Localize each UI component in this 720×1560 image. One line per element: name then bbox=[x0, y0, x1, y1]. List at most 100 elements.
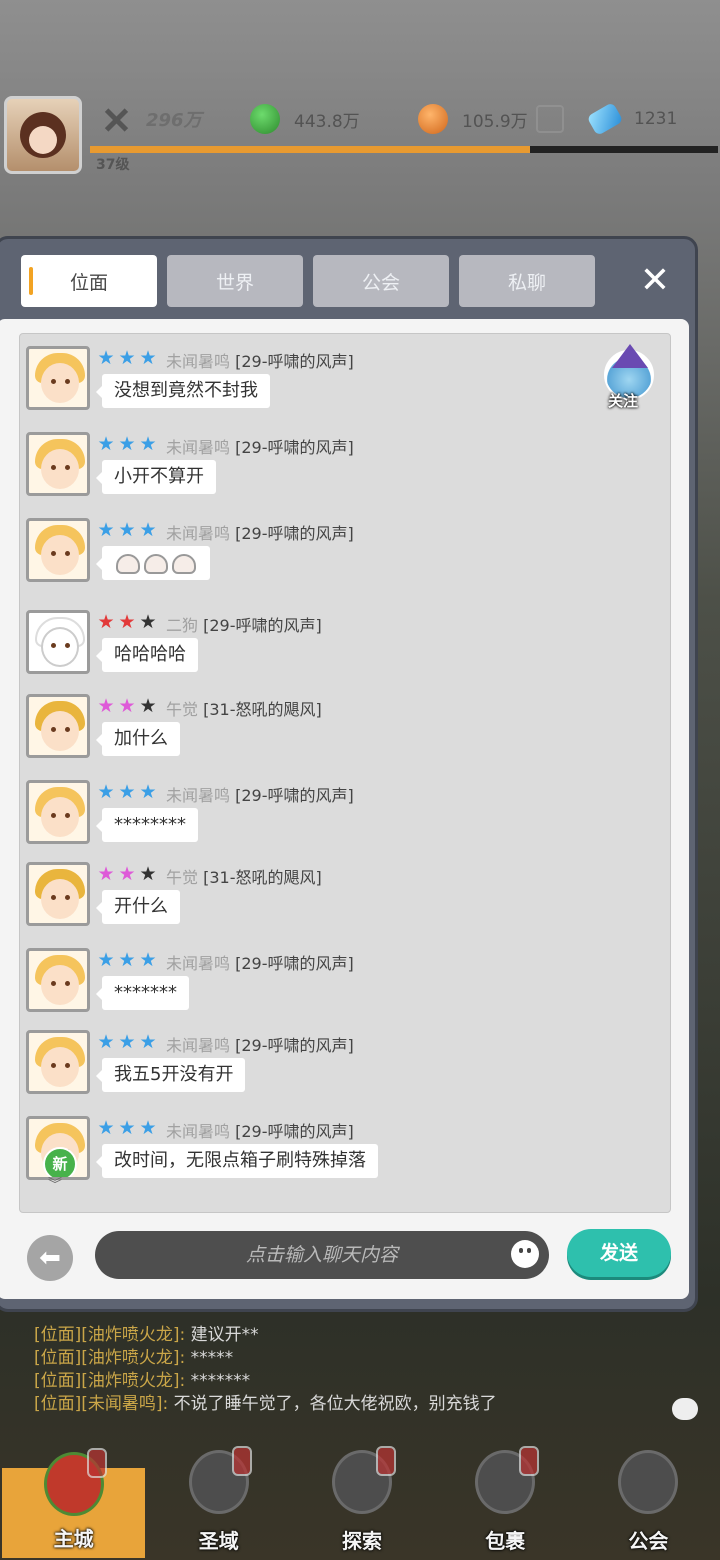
tab-private[interactable]: 私聊 bbox=[459, 255, 595, 307]
chat-message: ★ ★ ★ 午觉 [31-怒吼的飓风] 加什么 bbox=[26, 694, 626, 774]
back-arrow-icon[interactable]: ⬅ bbox=[27, 1235, 73, 1281]
nav-guild[interactable]: 公会 bbox=[577, 1450, 720, 1560]
sender-nickname: 未闻暑鸣 bbox=[166, 786, 231, 805]
star-icon: ★ bbox=[118, 1031, 136, 1053]
avatar-face bbox=[41, 363, 79, 403]
sender-nickname: 未闻暑鸣 bbox=[166, 438, 231, 457]
chat-input-bar: ⬅ 点击输入聊天内容 发送 bbox=[17, 1227, 677, 1287]
avatar-eye bbox=[65, 981, 70, 986]
sender-name[interactable]: 未闻暑鸣 [29-呼啸的风声] bbox=[166, 1118, 354, 1142]
notification-badge bbox=[232, 1446, 253, 1476]
rank-stars: ★ ★ ★ bbox=[96, 520, 159, 540]
tab-world[interactable]: 世界 bbox=[167, 255, 303, 307]
avatar-eye bbox=[51, 379, 56, 384]
chat-message: ★ ★ ★ 未闻暑鸣 [29-呼啸的风声] bbox=[26, 518, 626, 598]
user-avatar[interactable] bbox=[26, 346, 90, 410]
player-avatar[interactable] bbox=[4, 96, 82, 174]
avatar-eye bbox=[51, 813, 56, 818]
chat-message: ★ ★ ★ 未闻暑鸣 [29-呼啸的风声] ******** bbox=[26, 780, 626, 860]
add-coin-button[interactable] bbox=[535, 105, 564, 133]
avatar-face bbox=[41, 797, 79, 837]
star-icon: ★ bbox=[118, 347, 136, 369]
chat-bubble-icon[interactable] bbox=[672, 1398, 698, 1420]
avatar-eye bbox=[65, 465, 70, 470]
xp-bar bbox=[90, 146, 718, 153]
message-bubble: 加什么 bbox=[96, 722, 180, 756]
message-bubble: 小开不算开 bbox=[96, 460, 216, 494]
blue-gem-icon bbox=[586, 101, 624, 137]
sender-guild: [31-怒吼的飓风] bbox=[203, 700, 322, 719]
sender-name[interactable]: 未闻暑鸣 [29-呼啸的风声] bbox=[166, 348, 354, 372]
avatar-eye bbox=[65, 813, 70, 818]
log-text: ******* bbox=[190, 1371, 251, 1391]
nav-main-city[interactable]: 主城 bbox=[2, 1448, 146, 1558]
message-bubble: ******** bbox=[96, 808, 198, 842]
chat-message: ★ ★ ★ 午觉 [31-怒吼的飓风] 开什么 bbox=[26, 862, 626, 942]
nav-label: 圣域 bbox=[198, 1529, 239, 1553]
avatar-eye bbox=[51, 981, 56, 986]
user-avatar[interactable] bbox=[26, 694, 90, 758]
combat-power-value: 296万 bbox=[146, 110, 202, 131]
send-button[interactable]: 发送 bbox=[567, 1229, 671, 1277]
star-icon: ★ bbox=[139, 781, 157, 803]
nav-sanctuary[interactable]: 圣域 bbox=[147, 1446, 290, 1560]
sender-nickname: 未闻暑鸣 bbox=[166, 954, 231, 973]
user-avatar[interactable] bbox=[26, 610, 90, 674]
sender-name[interactable]: 未闻暑鸣 [29-呼啸的风声] bbox=[166, 434, 354, 458]
tab-guild[interactable]: 公会 bbox=[313, 255, 449, 307]
nav-bag[interactable]: 包裹 bbox=[434, 1446, 577, 1560]
log-prefix: [位面][油炸喷火龙]: bbox=[34, 1348, 186, 1368]
user-avatar[interactable] bbox=[26, 432, 90, 496]
user-avatar[interactable] bbox=[26, 948, 90, 1012]
nav-explore[interactable]: 探索 bbox=[290, 1446, 433, 1560]
sender-name[interactable]: 未闻暑鸣 [29-呼啸的风声] bbox=[166, 782, 354, 806]
user-avatar[interactable] bbox=[26, 1030, 90, 1094]
sender-name[interactable]: 未闻暑鸣 [29-呼啸的风声] bbox=[166, 950, 354, 974]
sender-nickname: 未闻暑鸣 bbox=[166, 1122, 231, 1141]
message-bubble: 哈哈哈哈 bbox=[96, 638, 198, 672]
rank-stars: ★ ★ ★ bbox=[96, 696, 159, 716]
star-icon: ★ bbox=[97, 781, 115, 803]
chat-input[interactable]: 点击输入聊天内容 bbox=[95, 1231, 549, 1279]
tab-plane[interactable]: 位面 bbox=[21, 255, 157, 307]
sender-name[interactable]: 未闻暑鸣 [29-呼啸的风声] bbox=[166, 520, 354, 544]
scroll-down-icon[interactable]: ︾ bbox=[48, 1178, 62, 1192]
log-line: [位面][油炸喷火龙]: ***** bbox=[34, 1347, 497, 1370]
gold-value: 443.8万 bbox=[294, 111, 360, 132]
chat-panel: 位面 世界 公会 私聊 ✕ 关注 ★ ★ ★ 未闻暑鸣 [29-呼啸的风声] 没想到竟然… bbox=[0, 236, 698, 1312]
message-list[interactable]: 关注 ★ ★ ★ 未闻暑鸣 [29-呼啸的风声] 没想到竟然不封我 ★ ★ ★ 未闻暑鸣 [29… bbox=[19, 333, 671, 1213]
avatar-face bbox=[41, 1047, 79, 1087]
close-icon[interactable]: ✕ bbox=[633, 259, 677, 303]
star-icon: ★ bbox=[139, 433, 157, 455]
sender-name[interactable]: 午觉 [31-怒吼的飓风] bbox=[166, 864, 322, 888]
star-icon: ★ bbox=[97, 611, 115, 633]
avatar-face bbox=[41, 627, 79, 667]
avatar-eye bbox=[65, 551, 70, 556]
sender-name[interactable]: 未闻暑鸣 [29-呼啸的风声] bbox=[166, 1032, 354, 1056]
notification-badge bbox=[87, 1448, 108, 1478]
star-icon: ★ bbox=[118, 611, 136, 633]
nav-label: 公会 bbox=[628, 1529, 669, 1553]
user-avatar[interactable]: 新 bbox=[26, 1116, 90, 1180]
rank-stars: ★ ★ ★ bbox=[96, 782, 159, 802]
avatar-face bbox=[41, 449, 79, 489]
sender-guild: [29-呼啸的风声] bbox=[235, 438, 354, 457]
sender-name[interactable]: 午觉 [31-怒吼的飓风] bbox=[166, 696, 322, 720]
log-prefix: [位面][油炸喷火龙]: bbox=[34, 1371, 186, 1391]
chat-tabs: 位面 世界 公会 私聊 bbox=[21, 255, 595, 307]
user-avatar[interactable] bbox=[26, 518, 90, 582]
avatar-eye bbox=[51, 1063, 56, 1068]
star-icon: ★ bbox=[139, 949, 157, 971]
gem-value: 1231 bbox=[634, 109, 678, 129]
sender-guild: [29-呼啸的风声] bbox=[203, 616, 322, 635]
emoji-icon[interactable] bbox=[511, 1240, 539, 1268]
sender-name[interactable]: 二狗 [29-呼啸的风声] bbox=[166, 612, 322, 636]
star-icon: ★ bbox=[118, 949, 136, 971]
sender-guild: [29-呼啸的风声] bbox=[235, 524, 354, 543]
new-badge: 新 bbox=[43, 1147, 77, 1177]
user-avatar[interactable] bbox=[26, 862, 90, 926]
coin-value: 105.9万 bbox=[462, 111, 528, 132]
chat-message: ★ ★ ★ 二狗 [29-呼啸的风声] 哈哈哈哈 bbox=[26, 610, 626, 690]
user-avatar[interactable] bbox=[26, 780, 90, 844]
gold-currency: 443.8万 bbox=[250, 102, 360, 136]
